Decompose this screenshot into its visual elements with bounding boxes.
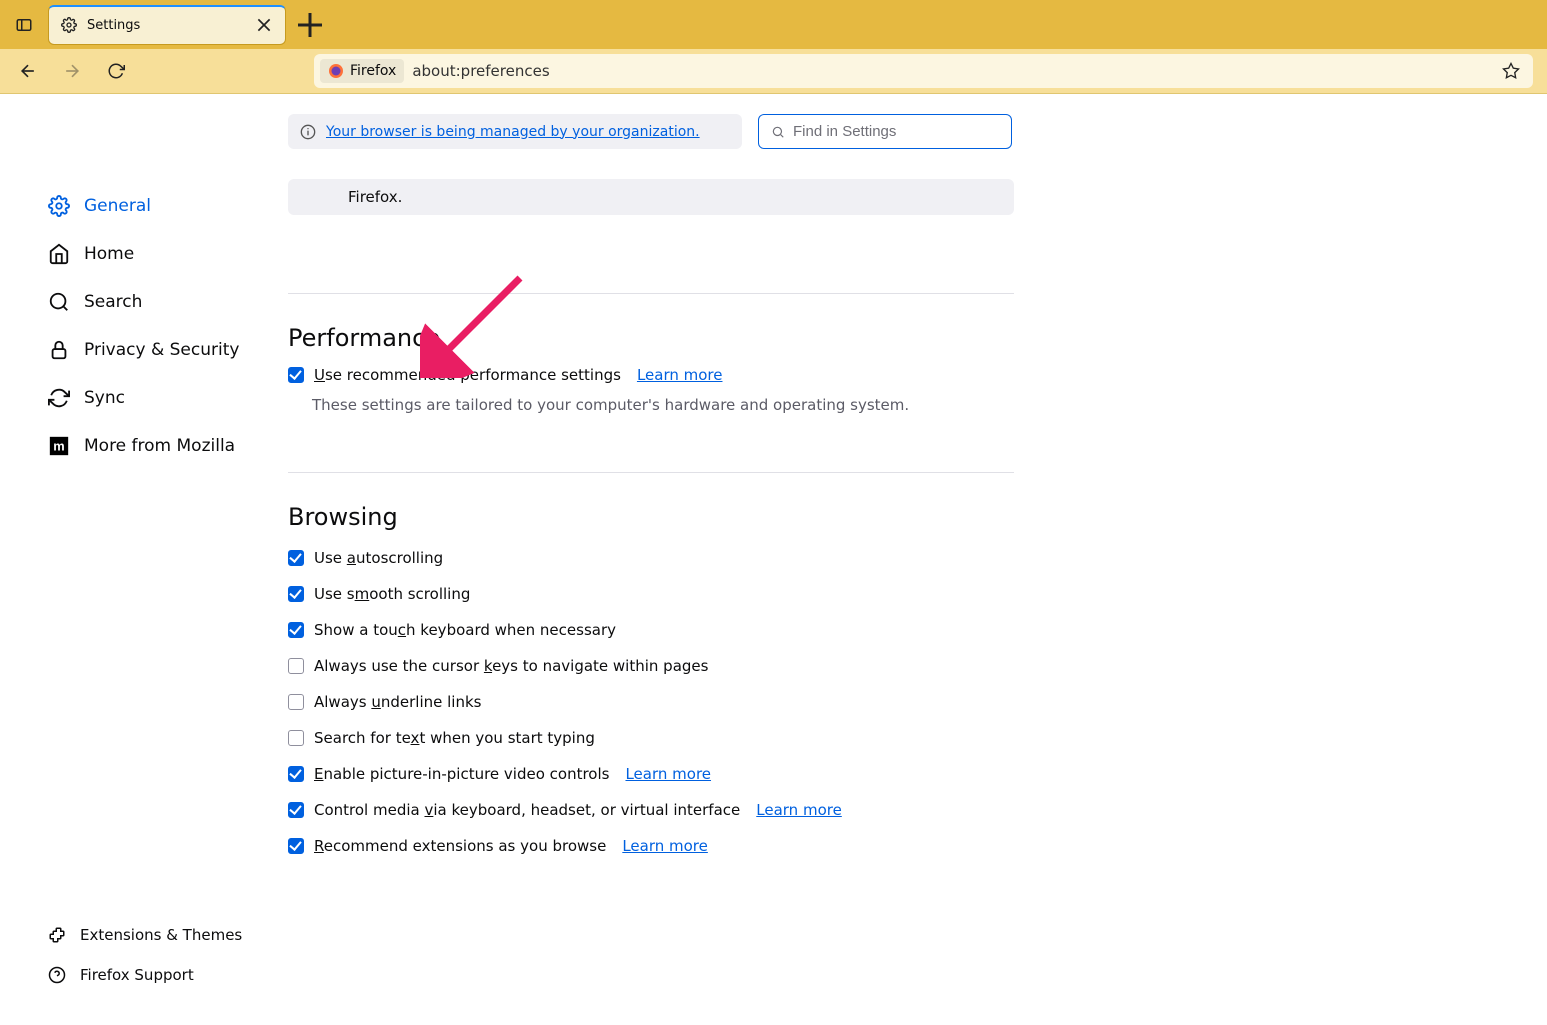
bottom-link-support[interactable]: Firefox Support	[0, 955, 270, 995]
reload-button[interactable]	[100, 55, 132, 87]
divider	[288, 293, 1014, 294]
support-icon	[48, 966, 66, 984]
nav-toolbar: Firefox about:preferences	[0, 49, 1547, 94]
svg-text:m: m	[53, 439, 64, 454]
browsing-checkbox-0[interactable]	[288, 550, 304, 566]
browsing-row: Use smooth scrolling	[288, 585, 1547, 603]
extensions-icon	[48, 926, 66, 944]
gear-icon	[61, 17, 77, 33]
browsing-label: Show a touch keyboard when necessary	[314, 621, 616, 639]
learn-more-link[interactable]: Learn more	[625, 765, 711, 783]
info-icon	[300, 124, 316, 140]
more-icon: m	[48, 435, 70, 457]
browsing-row: Recommend extensions as you browse Learn …	[288, 837, 1547, 855]
browsing-checkbox-4[interactable]	[288, 694, 304, 710]
perf-learn-more-link[interactable]: Learn more	[637, 366, 723, 384]
categories-sidebar: General Home Search Privacy & Security Sync m…	[0, 94, 270, 1025]
category-search[interactable]: Search	[0, 278, 270, 326]
browsing-row: Always use the cursor keys to navigate w…	[288, 657, 1547, 675]
url-bar[interactable]: Firefox about:preferences	[314, 54, 1533, 88]
learn-more-link[interactable]: Learn more	[756, 801, 842, 819]
browsing-checkbox-5[interactable]	[288, 730, 304, 746]
browsing-row: Show a touch keyboard when necessary	[288, 621, 1547, 639]
browsing-label: Recommend extensions as you browse	[314, 837, 606, 855]
browsing-checkbox-7[interactable]	[288, 802, 304, 818]
browsing-row: Always underline links	[288, 693, 1547, 711]
browsing-checkbox-8[interactable]	[288, 838, 304, 854]
learn-more-link[interactable]: Learn more	[622, 837, 708, 855]
category-label: Search	[84, 292, 142, 312]
settings-search-input[interactable]	[793, 123, 999, 140]
browsing-checkbox-6[interactable]	[288, 766, 304, 782]
browser-tab-settings[interactable]: Settings	[48, 5, 286, 45]
browsing-checkbox-3[interactable]	[288, 658, 304, 674]
perf-desc: These settings are tailored to your comp…	[312, 396, 1547, 414]
category-label: Privacy & Security	[84, 340, 239, 360]
divider	[288, 472, 1014, 473]
search-icon	[48, 291, 70, 313]
preferences-main: Your browser is being managed by your or…	[270, 94, 1547, 1025]
category-more[interactable]: m More from Mozilla	[0, 422, 270, 470]
new-tab-button[interactable]	[294, 9, 326, 41]
browsing-row: Enable picture-in-picture video controls…	[288, 765, 1547, 783]
privacy-icon	[48, 339, 70, 361]
category-privacy[interactable]: Privacy & Security	[0, 326, 270, 374]
titlebar: Settings	[0, 0, 1547, 49]
identity-box[interactable]: Firefox	[320, 59, 404, 83]
preferences-content: General Home Search Privacy & Security Sync m…	[0, 94, 1547, 1025]
category-home[interactable]: Home	[0, 230, 270, 278]
browsing-label: Use autoscrolling	[314, 549, 443, 567]
browsing-label: Use smooth scrolling	[314, 585, 470, 603]
category-general[interactable]: General	[0, 182, 270, 230]
browsing-checkbox-2[interactable]	[288, 622, 304, 638]
search-icon	[771, 125, 785, 139]
browsing-row: Use autoscrolling	[288, 549, 1547, 567]
identity-label: Firefox	[350, 63, 396, 79]
recommended-perf-label: Use recommended performance settings	[314, 366, 621, 384]
policy-banner: Your browser is being managed by your or…	[288, 114, 742, 149]
category-label: More from Mozilla	[84, 436, 235, 456]
bottom-link-label: Extensions & Themes	[80, 926, 242, 944]
category-label: Sync	[84, 388, 125, 408]
settings-search[interactable]	[758, 114, 1012, 149]
browsing-checkbox-1[interactable]	[288, 586, 304, 602]
info-card: Firefox.	[288, 179, 1014, 215]
sidebar-panel-icon[interactable]	[8, 9, 40, 41]
general-icon	[48, 195, 70, 217]
forward-button[interactable]	[56, 55, 88, 87]
browsing-label: Always use the cursor keys to navigate w…	[314, 657, 708, 675]
url-text: about:preferences	[412, 62, 549, 80]
sync-icon	[48, 387, 70, 409]
performance-heading: Performance	[288, 324, 1547, 352]
browsing-heading: Browsing	[288, 503, 1547, 531]
back-button[interactable]	[12, 55, 44, 87]
tab-close-button[interactable]	[255, 16, 273, 34]
firefox-icon	[328, 63, 344, 79]
policy-link[interactable]: Your browser is being managed by your or…	[326, 124, 700, 140]
browsing-label: Control media via keyboard, headset, or …	[314, 801, 740, 819]
bookmark-star-button[interactable]	[1495, 55, 1527, 87]
category-label: Home	[84, 244, 134, 264]
info-card-text: Firefox.	[348, 188, 402, 206]
browsing-label: Search for text when you start typing	[314, 729, 595, 747]
browsing-label: Enable picture-in-picture video controls	[314, 765, 609, 783]
browsing-row: Search for text when you start typing	[288, 729, 1547, 747]
tab-title: Settings	[87, 18, 245, 33]
browsing-label: Always underline links	[314, 693, 481, 711]
category-label: General	[84, 196, 151, 216]
bottom-link-extensions[interactable]: Extensions & Themes	[0, 915, 270, 955]
category-sync[interactable]: Sync	[0, 374, 270, 422]
recommended-perf-row: Use recommended performance settings Lea…	[288, 366, 1547, 384]
home-icon	[48, 243, 70, 265]
recommended-perf-checkbox[interactable]	[288, 367, 304, 383]
bottom-link-label: Firefox Support	[80, 966, 194, 984]
browsing-row: Control media via keyboard, headset, or …	[288, 801, 1547, 819]
